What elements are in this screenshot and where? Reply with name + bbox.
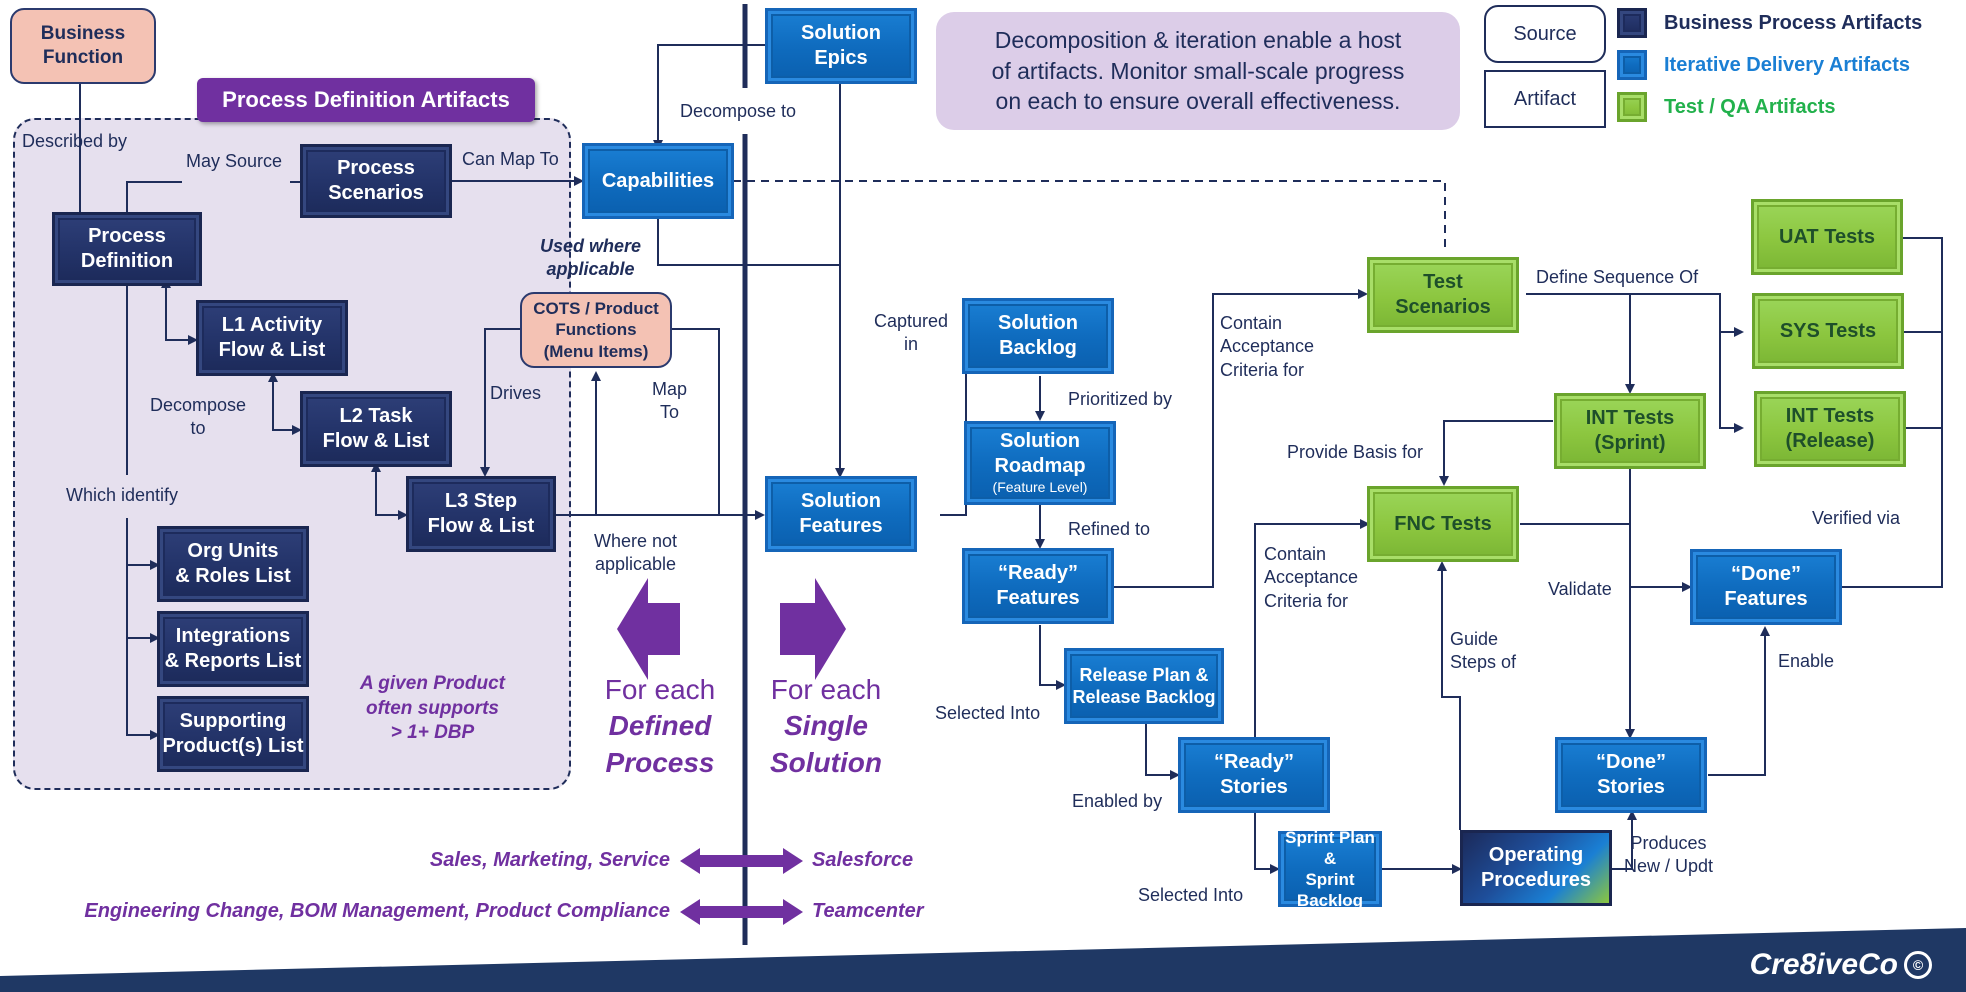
edge-l1-to-l2 xyxy=(268,372,302,435)
done-stories-box[interactable]: “Done” Stories xyxy=(1555,737,1707,813)
int-tests-release-box[interactable]: INT Tests (Release) xyxy=(1754,391,1906,467)
for-each-right-emph: Single Solution xyxy=(770,710,882,778)
edge-guide-steps-of xyxy=(1437,561,1461,830)
for-each-left-prefix: For each xyxy=(604,674,716,705)
edge-enabled-by xyxy=(1145,723,1180,780)
edge-epics-to-capabilities xyxy=(653,44,765,150)
operating-procedures-box[interactable]: Operating Procedures xyxy=(1460,830,1612,906)
label-selected-into-sprint: Selected Into xyxy=(1138,885,1244,905)
l3-step-box[interactable]: L3 Step Flow & List xyxy=(406,476,556,552)
label-contain-ac-features: Contain Acceptance Criteria for xyxy=(1220,313,1315,380)
left-purple-arrow xyxy=(617,578,680,680)
edge-enable xyxy=(1708,626,1770,776)
legend-business-process-label: Business Process Artifacts xyxy=(1664,12,1923,34)
label-can-map-to: Can Map To xyxy=(462,149,559,169)
process-definition-box[interactable]: Process Definition xyxy=(52,212,202,286)
mapping-arrow-teamcenter xyxy=(680,899,803,925)
legend-artifact-label: Artifact xyxy=(1513,87,1577,110)
supporting-products-box[interactable]: Supporting Product(s) List xyxy=(157,696,309,772)
ready-stories-box[interactable]: “Ready” Stories xyxy=(1178,737,1330,813)
solution-epics-box[interactable]: Solution Epics xyxy=(765,8,917,84)
business-function-box[interactable]: Business Function xyxy=(10,8,156,84)
copyright-circle-icon: © xyxy=(1904,951,1932,979)
ready-features-box[interactable]: “Ready” Features xyxy=(962,548,1114,624)
edge-may-source xyxy=(126,181,300,212)
label-guide-steps-of: Guide Steps of xyxy=(1450,629,1517,673)
label-verified-via: Verified via xyxy=(1812,508,1901,528)
legend-test-qa-label: Test / QA Artifacts xyxy=(1664,96,1836,118)
label-decompose-to: Decompose to xyxy=(680,101,797,121)
legend-source-shape: Source xyxy=(1484,5,1606,63)
solution-roadmap-box[interactable]: Solution Roadmap (Feature Level) xyxy=(964,421,1116,505)
for-each-defined-process: For each Defined Process xyxy=(590,672,730,781)
right-purple-arrow xyxy=(780,578,846,680)
legend-test-qa-swatch xyxy=(1617,92,1647,122)
label-provide-basis-for: Provide Basis for xyxy=(1287,442,1424,462)
label-drives: Drives xyxy=(490,383,542,403)
sprint-plan-box[interactable]: Sprint Plan & Sprint Backlog xyxy=(1278,828,1382,910)
label-produces: Produces New / Updt xyxy=(1624,833,1714,877)
legend-business-process-swatch xyxy=(1617,8,1647,38)
for-each-right-prefix: For each xyxy=(770,674,882,705)
edge-capabilities-to-features xyxy=(657,219,840,266)
label-refined-to: Refined to xyxy=(1068,519,1151,539)
solution-roadmap-title: Solution Roadmap xyxy=(994,430,1086,478)
label-enabled-by: Enabled by xyxy=(1072,791,1163,811)
legend-artifact-shape: Artifact xyxy=(1484,70,1606,128)
callout-note: Decomposition & iteration enable a host … xyxy=(936,12,1460,130)
mapping-process-engineering: Engineering Change, BOM Management, Prod… xyxy=(84,900,670,922)
uat-tests-box[interactable]: UAT Tests xyxy=(1751,199,1903,275)
l2-task-box[interactable]: L2 Task Flow & List xyxy=(300,391,452,467)
process-scenarios-box[interactable]: Process Scenarios xyxy=(300,144,452,218)
l1-activity-box[interactable]: L1 Activity Flow & List xyxy=(196,300,348,376)
legend-source-label: Source xyxy=(1513,22,1577,45)
mapping-solution-teamcenter: Teamcenter xyxy=(812,900,924,922)
label-used-where-applicable: Used where applicable xyxy=(540,236,642,280)
label-prioritized-by: Prioritized by xyxy=(1068,389,1173,409)
for-each-single-solution: For each Single Solution xyxy=(756,672,896,781)
capabilities-box[interactable]: Capabilities xyxy=(582,143,734,219)
region-footnote: A given Product often supports > 1+ DBP xyxy=(360,673,505,744)
cots-functions-box[interactable]: COTS / Product Functions (Menu Items) xyxy=(520,292,672,368)
fnc-tests-box[interactable]: FNC Tests xyxy=(1367,486,1519,562)
label-selected-into-release: Selected Into xyxy=(935,703,1041,723)
release-plan-box[interactable]: Release Plan & Release Backlog xyxy=(1064,648,1224,724)
label-described-by: Described by xyxy=(22,131,128,151)
label-define-sequence-of: Define Sequence Of xyxy=(1536,267,1699,287)
label-which-identify: Which identify xyxy=(66,485,179,505)
for-each-left-emph: Defined Process xyxy=(605,710,715,778)
edge-provide-basis-for xyxy=(1439,420,1553,486)
int-tests-sprint-box[interactable]: INT Tests (Sprint) xyxy=(1554,393,1706,469)
brand-logo: Cre8iveCo © xyxy=(1750,948,1932,982)
footer-band xyxy=(0,928,1966,992)
solution-roadmap-subtitle: (Feature Level) xyxy=(992,479,1088,496)
edge-l2-to-l3 xyxy=(371,462,408,520)
brand-name: Cre8iveCo xyxy=(1749,948,1898,981)
label-validate: Validate xyxy=(1548,579,1612,599)
legend-iterative-delivery-label: Iterative Delivery Artifacts xyxy=(1664,54,1911,76)
label-contain-ac-stories: Contain Acceptance Criteria for xyxy=(1264,544,1359,611)
mapping-solution-salesforce: Salesforce xyxy=(812,849,914,871)
mapping-arrow-salesforce xyxy=(680,848,803,874)
sys-tests-box[interactable]: SYS Tests xyxy=(1752,293,1904,369)
label-where-not-applicable: Where not applicable xyxy=(594,531,678,575)
org-units-box[interactable]: Org Units & Roles List xyxy=(157,526,309,602)
edge-selected-into-sprint xyxy=(1254,812,1280,874)
integrations-box[interactable]: Integrations & Reports List xyxy=(157,611,309,687)
label-may-source: May Source xyxy=(186,151,283,171)
solution-features-box[interactable]: Solution Features xyxy=(765,476,917,552)
mapping-process-sales: Sales, Marketing, Service xyxy=(429,849,670,871)
label-enable: Enable xyxy=(1778,651,1835,671)
edge-pd-to-l1 xyxy=(161,278,198,345)
test-scenarios-box[interactable]: Test Scenarios xyxy=(1367,257,1519,333)
label-map-to: Map To xyxy=(652,379,688,423)
edge-selected-into-release xyxy=(1039,625,1066,690)
label-captured-in: Captured in xyxy=(874,311,949,355)
legend-iterative-delivery-swatch xyxy=(1617,50,1647,80)
solution-backlog-box[interactable]: Solution Backlog xyxy=(962,298,1114,374)
done-features-box[interactable]: “Done” Features xyxy=(1690,549,1842,625)
label-decompose-to-levels: Decompose to xyxy=(150,395,247,439)
edge-which-identify xyxy=(126,286,157,736)
